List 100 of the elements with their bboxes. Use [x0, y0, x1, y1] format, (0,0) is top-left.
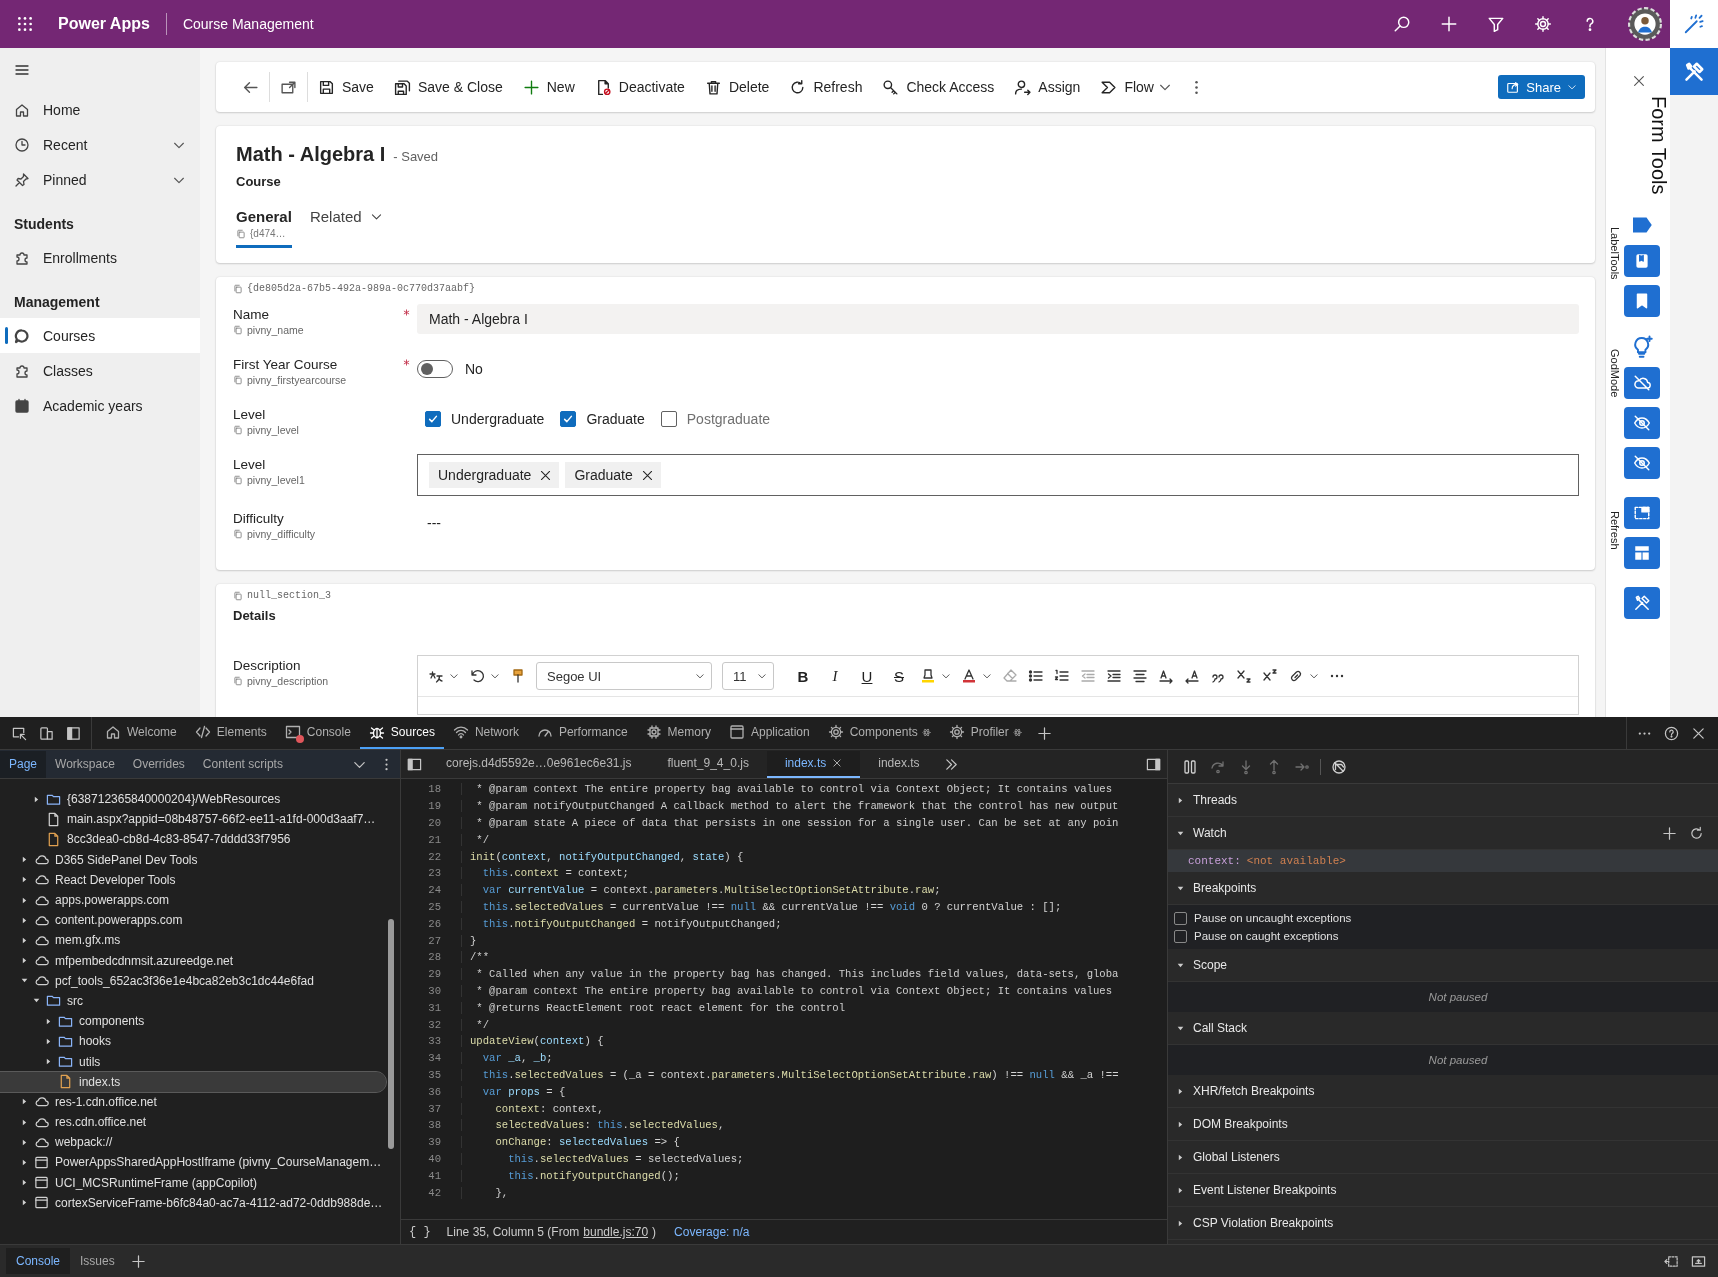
dock-icon[interactable] [66, 725, 81, 741]
chevron-down-icon[interactable] [982, 671, 992, 681]
subscript-icon[interactable] [1236, 668, 1252, 684]
tree-item[interactable]: content.powerapps.com [0, 910, 386, 931]
wand-icon[interactable] [1683, 13, 1705, 35]
navigator-tab[interactable]: Workspace [46, 750, 124, 778]
tree-item[interactable]: {638712365840000204}/WebResources [0, 789, 386, 810]
tree-item[interactable]: components [0, 1011, 386, 1032]
tree-item[interactable]: webpack:// [0, 1132, 386, 1153]
double-chevron-icon[interactable] [943, 756, 959, 772]
format-button[interactable]: U [856, 667, 878, 685]
tree-item[interactable]: main.aspx?appid=08b48757-66f2-ee11-a1fd-000d3aaf7… [0, 809, 386, 830]
command-button[interactable]: Assign [1004, 69, 1091, 105]
form-tab[interactable]: Related [309, 206, 383, 248]
rtl-icon[interactable] [1184, 668, 1200, 684]
dock-bottom-icon[interactable] [1664, 1253, 1679, 1269]
command-button[interactable]: Flow [1090, 69, 1164, 105]
tree-item[interactable]: mfpembedcdnmsit.azureedge.net [0, 950, 386, 971]
devtools-tab[interactable]: Welcome [96, 717, 186, 749]
close-icon[interactable] [640, 468, 654, 482]
command-button[interactable]: Save [308, 69, 384, 105]
help-circle-icon[interactable] [1664, 725, 1679, 741]
devtools-tab[interactable]: Profiler [939, 717, 1031, 749]
paint-brush-icon[interactable] [510, 668, 526, 684]
highlighter-icon[interactable] [920, 668, 936, 684]
section-header[interactable]: Event Listener Breakpoints [1168, 1174, 1718, 1207]
form-tools-button[interactable] [1670, 48, 1718, 95]
multiselect-field[interactable]: Undergraduate Graduate [417, 454, 1579, 496]
editor-tab[interactable]: index.ts [860, 750, 938, 778]
link-icon[interactable] [1288, 668, 1304, 684]
plus-icon[interactable] [1662, 825, 1677, 841]
search-icon[interactable] [1393, 15, 1411, 33]
sidebar-icon[interactable] [407, 756, 422, 772]
plus-icon[interactable] [1036, 725, 1052, 741]
breakpoints-off-icon[interactable] [1331, 758, 1347, 775]
tree-item[interactable]: hooks [0, 1031, 386, 1052]
checkbox[interactable] [1174, 929, 1187, 943]
nav-item[interactable]: Pinned [0, 162, 200, 197]
tool-button[interactable] [1624, 536, 1660, 569]
tool-button[interactable] [1624, 244, 1660, 277]
tree-item[interactable]: apps.powerapps.com [0, 889, 386, 911]
nav-item[interactable]: Courses [0, 318, 200, 353]
devtools-tab[interactable]: Memory [636, 717, 720, 749]
tree-item[interactable]: PowerAppsSharedAppHostIframe (pivny_CourseManagem… [0, 1152, 386, 1173]
funnel-icon[interactable] [1487, 15, 1505, 33]
tree-item[interactable]: src [0, 990, 386, 1012]
pause-icon[interactable] [1182, 758, 1198, 775]
format-button[interactable]: B [792, 667, 814, 685]
tree-item[interactable]: D365 SidePanel Dev Tools [0, 849, 386, 870]
tool-button[interactable] [1624, 586, 1660, 619]
navigator-tab[interactable]: Page [0, 750, 47, 778]
navigator-tab[interactable]: Overrides [123, 750, 194, 778]
navigator-tab[interactable]: Content scripts [193, 750, 292, 778]
section-header[interactable]: Threads [1168, 784, 1718, 817]
undock-icon[interactable] [1691, 1253, 1706, 1269]
tag-chip[interactable]: Graduate [565, 462, 661, 488]
tree-item[interactable]: res.cdn.office.net [0, 1112, 386, 1133]
checkbox[interactable] [660, 411, 677, 427]
font-size-select[interactable]: 11 [722, 662, 774, 690]
indent-icon[interactable] [1106, 668, 1122, 684]
font-color-icon[interactable] [961, 668, 977, 684]
chevron-down-icon[interactable] [941, 671, 951, 681]
section-header[interactable]: XHR/fetch Breakpoints [1168, 1075, 1718, 1108]
tree-item[interactable]: React Developer Tools [0, 869, 386, 890]
command-button[interactable]: Delete [694, 69, 780, 105]
text-field[interactable]: Math - Algebra I [417, 304, 1579, 334]
app-name[interactable]: Power Apps [58, 15, 150, 33]
close-icon[interactable] [539, 468, 553, 482]
format-button[interactable]: I [824, 667, 846, 685]
command-button[interactable]: Save & Close [383, 69, 513, 105]
grid-dots-icon[interactable] [16, 15, 34, 33]
section-header[interactable]: Global Listeners [1168, 1141, 1718, 1174]
ltr-icon[interactable] [1158, 668, 1174, 684]
checkbox[interactable] [1174, 911, 1187, 925]
tree-item[interactable]: cortexServiceFrame-b6fc84a0-ac7a-4112-ad72-0ddb988de… [0, 1192, 386, 1213]
editor-tab[interactable]: fluent_9_4_0.js [649, 750, 767, 778]
section-header[interactable]: DOM Breakpoints [1168, 1108, 1718, 1141]
sidebar-icon[interactable] [1146, 756, 1161, 772]
command-button[interactable]: Deactivate [584, 69, 695, 105]
number-list-icon[interactable] [1054, 668, 1070, 684]
undo-icon[interactable] [469, 668, 485, 684]
menu-icon[interactable] [14, 62, 30, 78]
nav-item[interactable]: Recent [0, 127, 200, 162]
translate-icon[interactable] [428, 668, 444, 684]
device-icon[interactable] [39, 725, 54, 741]
tool-button[interactable] [1624, 406, 1660, 439]
tag-chip[interactable]: Undergraduate [429, 462, 560, 488]
tree-item[interactable]: 8cc3dea0-cb8d-4c83-8547-7dddd33f7956 [0, 829, 386, 850]
nav-item[interactable]: Enrollments [0, 240, 200, 275]
tool-button[interactable] [1624, 496, 1660, 529]
tool-button[interactable] [1624, 284, 1660, 317]
tree-item[interactable]: mem.gfx.ms [0, 930, 386, 951]
tree-item[interactable]: UCI_MCSRuntimeFrame (appCopilot) [0, 1172, 386, 1193]
drawer-tab[interactable]: Console [6, 1248, 71, 1274]
avatar[interactable] [1628, 7, 1662, 41]
drawer-tab[interactable]: Issues [70, 1248, 125, 1274]
tool-button[interactable] [1624, 446, 1660, 479]
tree-item[interactable]: utils [0, 1051, 386, 1072]
devtools-tab[interactable]: Network [443, 717, 528, 749]
form-tab[interactable]: General {d474… [236, 206, 292, 248]
